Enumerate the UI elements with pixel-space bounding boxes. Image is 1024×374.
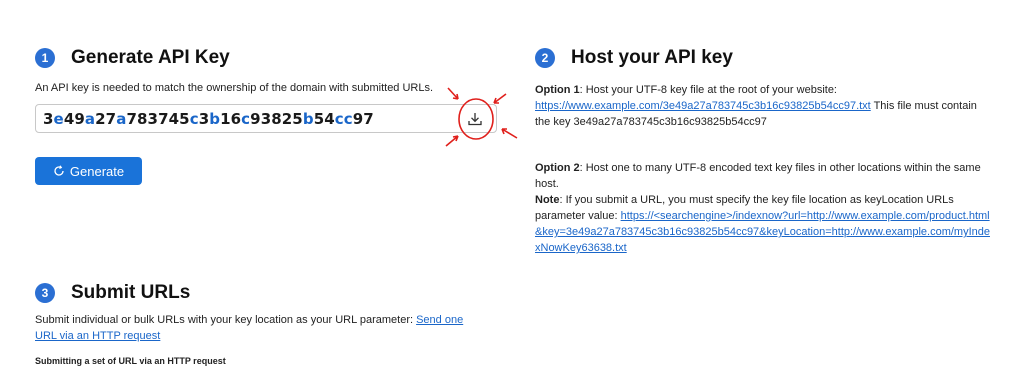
api-key-segment: 97	[352, 109, 374, 128]
api-key-value: 3e49a27a783745c3b16c93825b54cc97	[43, 110, 374, 128]
api-key-segment: b	[209, 109, 221, 128]
api-key-segment: 27	[95, 109, 117, 128]
step-2-badge: 2	[535, 48, 555, 68]
step-3-description: Submit individual or bulk URLs with your…	[35, 312, 485, 344]
option-1-key-file-link[interactable]: https://www.example.com/3e49a27a783745c3…	[535, 100, 871, 112]
api-key-segment: a	[116, 109, 127, 128]
step-1-badge: 1	[35, 48, 55, 68]
api-key-segment: c	[189, 109, 199, 128]
step-3-title: Submit URLs	[71, 282, 191, 303]
note-label: Note	[535, 194, 560, 206]
step-1-title: Generate API Key	[71, 47, 230, 68]
api-key-segment: 3	[198, 109, 210, 128]
api-key-segment: 49	[63, 109, 85, 128]
api-key-segment: cc	[334, 109, 353, 128]
download-icon	[468, 112, 482, 125]
api-key-segment: 3	[43, 109, 54, 128]
api-key-segment: 93825	[250, 109, 303, 128]
api-key-segment: b	[302, 109, 314, 128]
api-key-segment: 783745	[126, 109, 190, 128]
step-2-header: 2 Host your API key	[535, 47, 733, 69]
option-2-text: Option 2: Host one to many UTF-8 encoded…	[535, 160, 995, 256]
api-key-segment: a	[84, 109, 96, 128]
option-2-desc: : Host one to many UTF-8 encoded text ke…	[535, 162, 981, 190]
option-1-label: Option 1	[535, 84, 580, 96]
generate-label: Generate	[69, 163, 125, 179]
step-1-description: An API key is needed to match the owners…	[35, 82, 434, 94]
download-key-button[interactable]	[460, 104, 490, 133]
step-3-header: 3 Submit URLs	[35, 282, 190, 304]
step-3-badge: 3	[35, 283, 55, 303]
step-1-header: 1 Generate API Key	[35, 47, 230, 69]
option-2-label: Option 2	[535, 162, 580, 174]
step-3-subheading: Submitting a set of URL via an HTTP requ…	[35, 356, 226, 366]
api-key-segment: 16	[220, 109, 242, 128]
api-key-field[interactable]: 3e49a27a783745c3b16c93825b54cc97	[35, 104, 497, 133]
option-1-desc: : Host your UTF-8 key file at the root o…	[579, 84, 837, 96]
api-key-segment: c	[241, 109, 251, 128]
api-key-segment: e	[53, 109, 64, 128]
refresh-icon	[54, 165, 64, 176]
step-3-desc-text: Submit individual or bulk URLs with your…	[35, 314, 417, 326]
generate-button[interactable]: Generate	[35, 157, 142, 185]
option-1-text: Option 1: Host your UTF-8 key file at th…	[535, 82, 995, 130]
step-2-title: Host your API key	[571, 47, 733, 68]
api-key-segment: 54	[313, 109, 335, 128]
